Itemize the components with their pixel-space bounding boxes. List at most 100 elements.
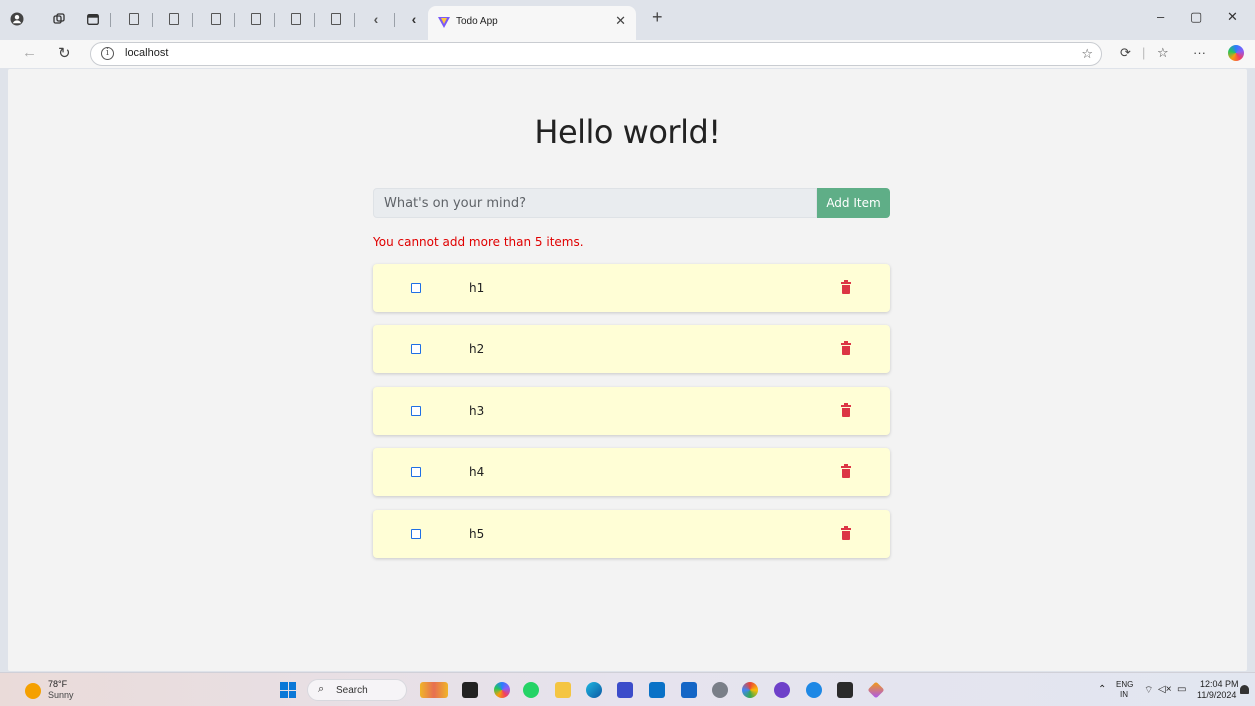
tab-actions-icon[interactable] — [82, 8, 104, 30]
chevron-left-icon: ‹ — [411, 11, 417, 27]
trash-icon[interactable] — [841, 464, 851, 479]
todo-item: h4 — [373, 448, 890, 496]
todo-text: h2 — [469, 342, 485, 356]
todo-item: h1 — [373, 264, 890, 312]
page-icon — [169, 13, 179, 25]
pinned-tab-6[interactable] — [326, 9, 346, 29]
todo-input[interactable] — [373, 188, 817, 218]
pinned-tab-5[interactable] — [286, 9, 306, 29]
address-bar[interactable]: i localhost ☆ — [90, 42, 1102, 66]
trash-icon[interactable] — [841, 526, 851, 541]
tab-separator — [354, 13, 355, 27]
copilot-app-icon[interactable] — [494, 682, 510, 698]
clock-time[interactable]: 12:04 PM — [1200, 679, 1239, 689]
tab-separator — [152, 13, 153, 27]
pinned-tab-1[interactable] — [124, 9, 144, 29]
page-content: Hello world! Add Item You cannot add mor… — [8, 69, 1247, 671]
more-options-icon[interactable]: ··· — [1193, 45, 1206, 60]
checkbox-icon[interactable] — [411, 529, 421, 539]
todo-item: h5 — [373, 510, 890, 558]
pinned-tab-8[interactable]: ‹ — [404, 9, 424, 29]
taskbar: 78°F Sunny ⌕ Search ⌃ ENG IN ⌔ ◁× ▭ 12:0… — [0, 672, 1255, 706]
store-icon[interactable] — [681, 682, 697, 698]
minimize-button[interactable]: – — [1157, 9, 1164, 24]
chevron-left-icon: ‹ — [373, 11, 379, 27]
tab-separator — [192, 13, 193, 27]
pinned-tab-2[interactable] — [164, 9, 184, 29]
checkbox-icon[interactable] — [411, 344, 421, 354]
trash-icon[interactable] — [841, 341, 851, 356]
battery-icon[interactable]: ▭ — [1177, 684, 1186, 695]
close-icon[interactable]: ✕ — [615, 13, 626, 29]
terminal-icon[interactable] — [837, 682, 853, 698]
wifi-icon[interactable]: ⌔ — [1144, 684, 1153, 697]
tab-separator — [394, 13, 395, 27]
url-text[interactable]: localhost — [125, 47, 168, 59]
edge-browser-icon[interactable] — [586, 682, 602, 698]
app-icon[interactable] — [867, 681, 885, 699]
profile-icon[interactable] — [6, 8, 28, 30]
vite-logo-icon — [438, 17, 450, 28]
todo-text: h1 — [469, 281, 485, 295]
trash-icon[interactable] — [841, 403, 851, 418]
checkbox-icon[interactable] — [411, 283, 421, 293]
file-explorer-icon[interactable] — [555, 682, 571, 698]
extensions-icon[interactable]: ⟳ — [1120, 45, 1131, 61]
app-icon[interactable] — [806, 682, 822, 698]
github-icon[interactable] — [774, 682, 790, 698]
weather-temperature[interactable]: 78°F — [48, 679, 67, 689]
workspaces-icon[interactable] — [48, 8, 70, 30]
error-message: You cannot add more than 5 items. — [373, 235, 584, 249]
browser-toolbar: ← ↻ i localhost ☆ ⟳ | ☆ ··· — [0, 40, 1255, 68]
tab-separator — [234, 13, 235, 27]
restore-button[interactable]: ▢ — [1190, 9, 1202, 25]
tab-todo-app[interactable]: Todo App ✕ — [428, 6, 636, 40]
app-icon[interactable] — [617, 682, 633, 698]
checkbox-icon[interactable] — [411, 467, 421, 477]
tab-strip: ‹ ‹ Todo App ✕ + – ▢ ✕ — [0, 0, 1255, 40]
page-icon — [331, 13, 341, 25]
language-label[interactable]: ENG — [1116, 680, 1133, 689]
settings-gear-icon[interactable] — [712, 682, 728, 698]
sun-icon[interactable] — [25, 683, 41, 699]
close-window-button[interactable]: ✕ — [1227, 9, 1238, 25]
whatsapp-icon[interactable] — [523, 682, 539, 698]
trash-icon[interactable] — [841, 280, 851, 295]
refresh-icon[interactable]: ↻ — [58, 44, 71, 62]
pinned-tab-4[interactable] — [246, 9, 266, 29]
speaker-muted-icon[interactable]: ◁× — [1158, 684, 1172, 695]
chevron-up-icon[interactable]: ⌃ — [1098, 684, 1106, 695]
copilot-icon[interactable] — [1228, 45, 1244, 61]
vscode-icon[interactable] — [649, 682, 665, 698]
tab-separator — [314, 13, 315, 27]
page-icon — [211, 13, 221, 25]
notification-bell-icon[interactable] — [1240, 685, 1249, 694]
page-title: Hello world! — [534, 113, 721, 151]
todo-item: h2 — [373, 325, 890, 373]
task-view-icon[interactable] — [462, 682, 478, 698]
info-icon[interactable]: i — [101, 47, 114, 60]
todo-text: h4 — [469, 465, 485, 479]
pinned-tab-7[interactable]: ‹ — [366, 9, 386, 29]
todo-text: h3 — [469, 404, 485, 418]
weather-condition[interactable]: Sunny — [48, 690, 74, 700]
taskbar-search[interactable]: ⌕ Search — [307, 679, 407, 701]
clock-date[interactable]: 11/9/2024 — [1197, 690, 1236, 700]
chrome-icon[interactable] — [742, 682, 758, 698]
todo-item: h3 — [373, 387, 890, 435]
tab-title: Todo App — [456, 16, 498, 27]
checkbox-icon[interactable] — [411, 406, 421, 416]
search-label: Search — [336, 685, 368, 696]
widgets-app-icon[interactable] — [420, 682, 448, 698]
back-arrow-icon[interactable]: ← — [22, 44, 37, 61]
page-icon — [129, 13, 139, 25]
add-item-button[interactable]: Add Item — [817, 188, 890, 218]
plus-icon[interactable]: + — [652, 7, 663, 28]
favorites-icon[interactable]: ☆ — [1157, 45, 1169, 61]
windows-start-icon[interactable] — [280, 682, 296, 698]
toolbar-separator: | — [1142, 45, 1146, 60]
pinned-tab-3[interactable] — [206, 9, 226, 29]
tab-separator — [274, 13, 275, 27]
favorite-star-icon[interactable]: ☆ — [1081, 46, 1093, 62]
region-label[interactable]: IN — [1120, 690, 1128, 699]
